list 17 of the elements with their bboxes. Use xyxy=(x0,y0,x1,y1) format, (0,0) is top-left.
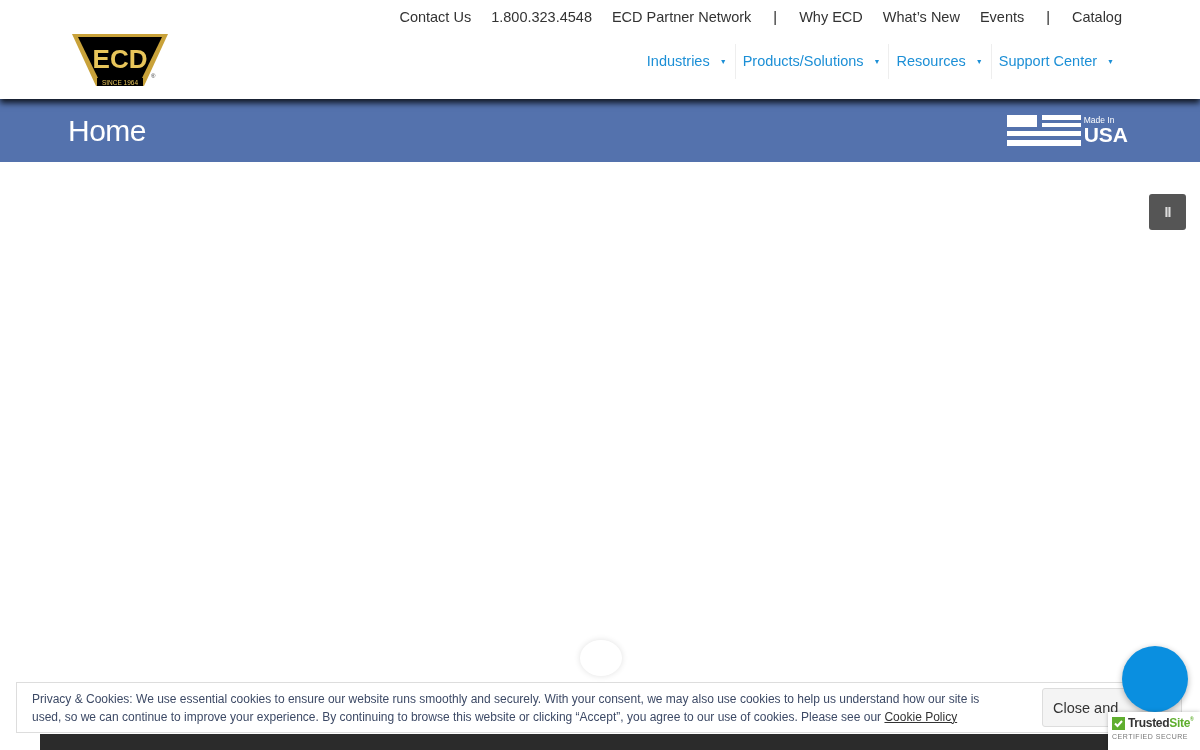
header-link[interactable]: Events xyxy=(979,9,1025,25)
flag-icon xyxy=(1006,114,1081,147)
separator-text: | xyxy=(1045,9,1051,25)
header-link[interactable]: What’s New xyxy=(882,9,960,25)
cookie-notice-text: Privacy & Cookies: We use essential cookies to ensure our website runs smoothly and securely. With your consent, we may also use cookies to help us understand how our site is used, so we can continue to improve your experience. By continuing to browse this website or clicking “Accept”, you agree to our use of cookies. Please see our Cookie Policy xyxy=(32,690,981,726)
pause-button[interactable]: II xyxy=(1149,194,1186,230)
header-link[interactable]: 1.800.323.4548 xyxy=(491,9,592,25)
header-link[interactable]: ECD Partner Network xyxy=(611,9,752,25)
page-title: Home xyxy=(68,113,147,148)
separator-text: | xyxy=(772,9,779,25)
header-link[interactable]: Catalog xyxy=(1072,9,1122,25)
cookie-policy-link[interactable]: Cookie Policy xyxy=(884,709,958,724)
made-in-label: Made In xyxy=(1083,115,1116,125)
header-link[interactable]: Why ECD xyxy=(799,9,863,25)
header-link[interactable]: Contact Us xyxy=(399,9,472,25)
checkmark-icon xyxy=(1112,716,1125,730)
usa-label: USA xyxy=(1083,124,1128,146)
